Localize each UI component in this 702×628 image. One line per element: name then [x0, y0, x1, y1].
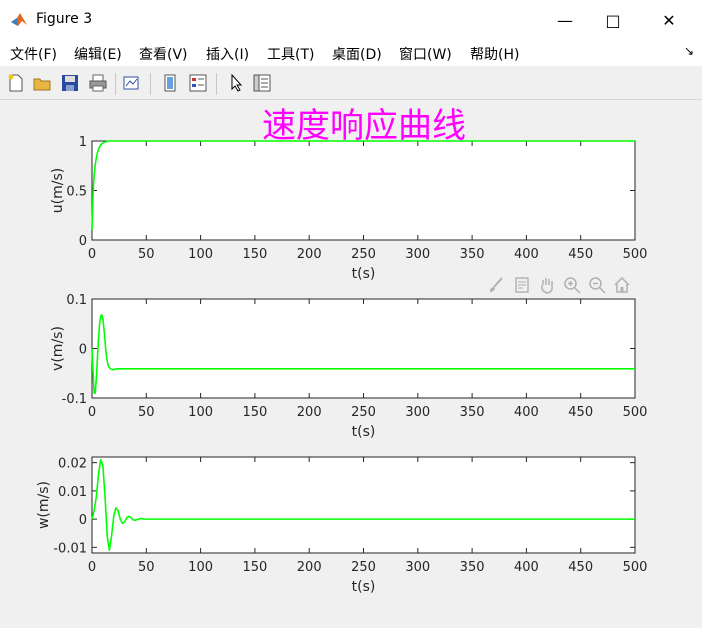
axes-2: 0 50 100 150 200 250 300 350 400 450 500-0.100.1t(…: [50, 293, 647, 440]
y-tick-label: 0: [79, 234, 87, 249]
x-tick-label: 350: [460, 247, 485, 262]
y-tick-label: 0.02: [58, 457, 87, 472]
x-axis-label: t(s): [352, 266, 376, 282]
x-tick-label: 300: [405, 560, 430, 575]
x-tick-label: 400: [514, 405, 539, 420]
x-tick-label: 100: [188, 405, 213, 420]
x-tick-label: 250: [351, 560, 376, 575]
y-tick-label: 1: [79, 135, 87, 150]
x-tick-label: 50: [138, 560, 155, 575]
axes-box: [91, 298, 636, 399]
axes-3: 0 50 100 150 200 250 300 350 400 450 500-0.0100.01…: [36, 456, 648, 595]
x-tick-label: 0: [88, 405, 96, 420]
x-tick-label: 150: [242, 405, 267, 420]
x-tick-label: 100: [188, 247, 213, 262]
x-tick-label: 350: [460, 405, 485, 420]
x-tick-label: 50: [138, 247, 155, 262]
x-tick-label: 150: [242, 560, 267, 575]
x-tick-label: 300: [405, 405, 430, 420]
y-tick-label: 0.01: [58, 485, 87, 500]
x-tick-label: 450: [568, 405, 593, 420]
plot-canvas: 0 50 100 150 200 250 300 350 400 450 50000.51t(s)u…: [36, 135, 648, 595]
x-tick-label: 200: [297, 405, 322, 420]
axes-box: [91, 456, 636, 554]
x-tick-label: 400: [514, 247, 539, 262]
x-tick-label: 150: [242, 247, 267, 262]
y-axis-label: w(m/s): [36, 481, 52, 529]
x-tick-label: 400: [514, 560, 539, 575]
x-tick-label: 350: [460, 560, 485, 575]
x-tick-label: 100: [188, 560, 213, 575]
y-tick-label: 0.5: [66, 185, 87, 200]
x-tick-label: 500: [623, 247, 648, 262]
x-tick-label: 500: [623, 560, 648, 575]
y-axis-label: u(m/s): [50, 168, 66, 213]
x-tick-label: 200: [297, 247, 322, 262]
y-tick-label: -0.01: [53, 541, 87, 556]
y-tick-label: 0: [79, 343, 87, 358]
x-tick-label: 450: [568, 247, 593, 262]
x-tick-label: 250: [351, 247, 376, 262]
x-tick-label: 300: [405, 247, 430, 262]
x-tick-label: 0: [88, 560, 96, 575]
y-tick-label: -0.1: [62, 392, 87, 407]
axes-1: 0 50 100 150 200 250 300 350 400 450 500 0 0.5 1 t(s) u…: [50, 135, 647, 282]
x-axis-label: t(s): [352, 424, 376, 440]
x-tick-label: 250: [351, 405, 376, 420]
x-tick-label: 50: [138, 405, 155, 420]
x-tick-label: 0: [88, 247, 96, 262]
x-tick-label: 450: [568, 560, 593, 575]
y-tick-label: 0.1: [66, 293, 87, 308]
y-axis-label: v(m/s): [50, 326, 66, 371]
x-tick-label: 500: [623, 405, 648, 420]
x-tick-label: 200: [297, 560, 322, 575]
y-tick-label: 0: [79, 513, 87, 528]
x-axis-label: t(s): [352, 579, 376, 595]
axes-box: [91, 140, 636, 241]
